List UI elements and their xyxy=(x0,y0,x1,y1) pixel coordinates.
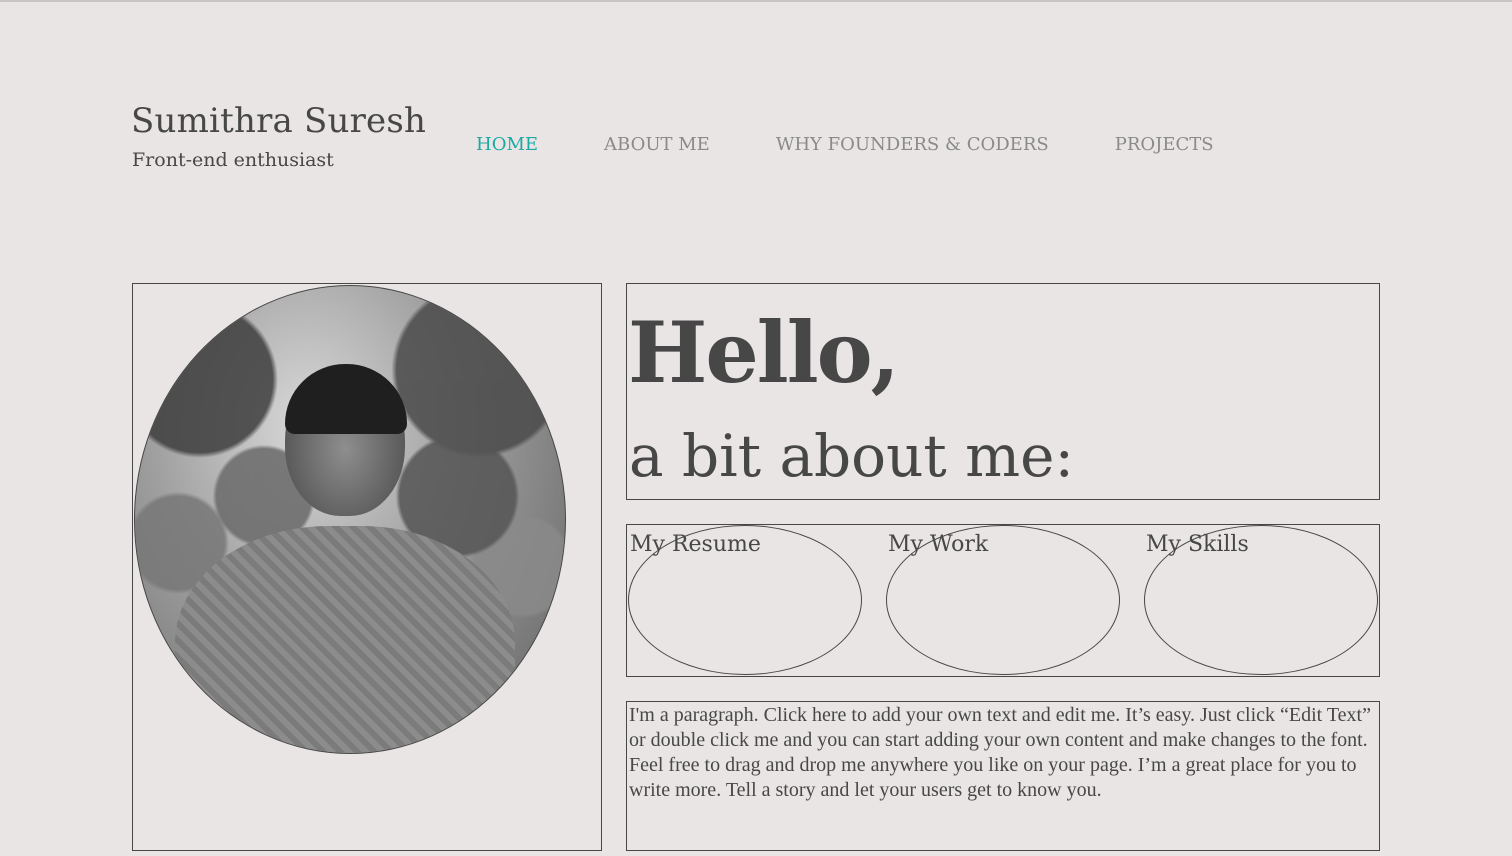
main-nav: HOME ABOUT ME WHY FOUNDERS & CODERS PROJ… xyxy=(476,130,1214,160)
work-link[interactable]: My Work xyxy=(888,531,988,559)
intro-paragraph: I'm a paragraph. Click here to add your … xyxy=(629,704,1371,801)
profile-photo xyxy=(134,285,566,754)
nav-item-about-me[interactable]: ABOUT ME xyxy=(604,130,710,160)
intro-paragraph-box: I'm a paragraph. Click here to add your … xyxy=(626,701,1380,851)
nav-item-home[interactable]: HOME xyxy=(476,130,538,160)
site-name[interactable]: Sumithra Suresh xyxy=(131,100,426,142)
skills-link[interactable]: My Skills xyxy=(1146,531,1249,559)
photo-person-body xyxy=(175,526,515,753)
resume-link[interactable]: My Resume xyxy=(630,531,761,559)
quick-links-box: My Resume My Work My Skills xyxy=(626,524,1380,677)
hero-heading-box: Hello, a bit about me: xyxy=(626,283,1380,500)
nav-item-why-founders-coders[interactable]: WHY FOUNDERS & CODERS xyxy=(776,130,1049,160)
hero-title: Hello, xyxy=(628,303,900,402)
profile-photo-frame xyxy=(132,283,602,851)
hero-subtitle: a bit about me: xyxy=(629,422,1075,490)
nav-item-projects[interactable]: PROJECTS xyxy=(1115,130,1214,160)
page: Sumithra Suresh Front-end enthusiast HOM… xyxy=(0,0,1512,856)
site-tagline: Front-end enthusiast xyxy=(132,149,334,171)
